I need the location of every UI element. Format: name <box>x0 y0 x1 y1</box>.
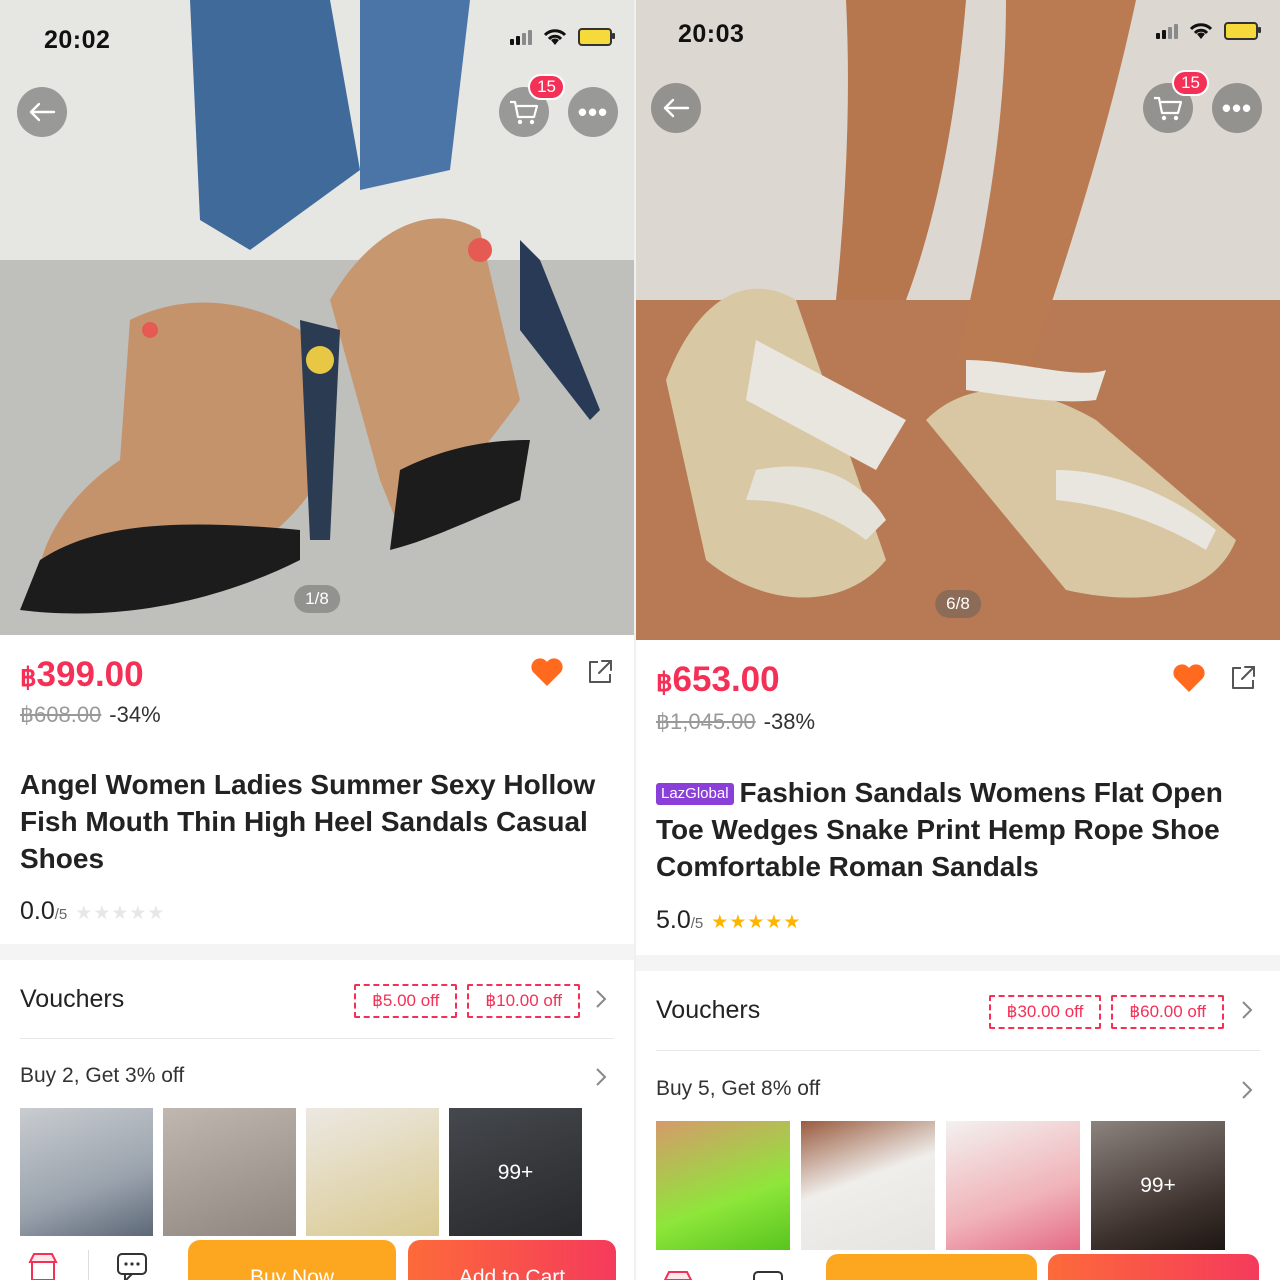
voucher-chip[interactable]: ฿60.00 off <box>1111 995 1224 1029</box>
promo-thumbnail[interactable] <box>946 1121 1080 1251</box>
price-value: 653.00 <box>672 660 780 699</box>
cart-count-badge: 15 <box>528 74 565 100</box>
rating-value: 0.0 <box>20 897 55 925</box>
current-price: ฿399.00 <box>20 655 144 695</box>
product-screen-right: 20:03 15 ••• 6/8 ฿653.00 ฿1,045.00 -38% L… <box>636 0 1280 1280</box>
lazglobal-badge: LazGlobal <box>656 783 734 805</box>
promo-thumbnail[interactable] <box>306 1108 439 1238</box>
voucher-list[interactable]: ฿5.00 off ฿10.00 off <box>354 984 580 1018</box>
more-count: 99+ <box>1091 1121 1225 1251</box>
rating-scale: /5 <box>690 915 704 932</box>
divider <box>88 1250 89 1280</box>
currency-symbol: ฿ <box>656 667 673 697</box>
more-button[interactable]: ••• <box>1212 83 1262 133</box>
heart-icon[interactable] <box>530 657 564 687</box>
vouchers-label: Vouchers <box>656 996 761 1024</box>
discount-percent: -34% <box>109 702 161 727</box>
buy-now-button[interactable] <box>826 1254 1037 1280</box>
original-price: ฿608.00 <box>20 702 102 727</box>
product-title: Angel Women Ladies Summer Sexy Hollow Fi… <box>20 769 596 874</box>
rating-row: 5.0/5 ★★★★★ <box>656 906 801 935</box>
promo-thumbnail[interactable] <box>656 1121 790 1251</box>
rating-value: 5.0 <box>656 906 691 934</box>
promotion-label[interactable]: Buy 5, Get 8% off <box>656 1077 820 1101</box>
product-title: LazGlobal Fashion Sandals Womens Flat Ope… <box>656 774 1256 885</box>
add-to-cart-button[interactable]: Add to Cart <box>408 1240 616 1280</box>
cart-count-badge: 15 <box>1172 70 1209 96</box>
share-icon[interactable] <box>585 657 615 687</box>
product-screen-left: 20:02 15 ••• 1/8 ฿399.00 ฿608.00 -34% Ang… <box>0 0 634 1280</box>
rating-scale: /5 <box>54 906 68 923</box>
status-icons <box>510 28 615 46</box>
promotion-label[interactable]: Buy 2, Get 3% off <box>20 1064 184 1088</box>
more-icon: ••• <box>1221 92 1253 123</box>
heart-icon[interactable] <box>1172 663 1206 693</box>
product-title-text: Fashion Sandals Womens Flat Open Toe Wed… <box>656 777 1223 882</box>
bottom-action-bar: Buy Now Add to Cart <box>0 1236 634 1280</box>
original-price-row: ฿608.00 -34% <box>20 702 161 728</box>
currency-symbol: ฿ <box>20 662 37 692</box>
chat-icon[interactable] <box>115 1250 149 1280</box>
cart-button[interactable]: 15 <box>499 74 565 137</box>
image-counter: 1/8 <box>294 585 340 613</box>
cart-icon <box>510 100 539 125</box>
divider <box>656 1050 1260 1051</box>
section-gap <box>0 944 634 960</box>
battery-icon <box>1224 22 1261 40</box>
signal-icon <box>510 29 532 45</box>
discount-percent: -38% <box>763 709 815 734</box>
more-button[interactable]: ••• <box>568 87 618 137</box>
chevron-right-icon[interactable] <box>594 1067 608 1087</box>
rating-row: 0.0/5 ★★★★★ <box>20 897 165 926</box>
chat-icon[interactable] <box>751 1268 785 1280</box>
voucher-chip[interactable]: ฿10.00 off <box>467 984 580 1018</box>
section-gap <box>636 955 1280 971</box>
back-arrow-icon <box>663 98 690 118</box>
voucher-list[interactable]: ฿30.00 off ฿60.00 off <box>988 995 1224 1029</box>
back-button[interactable] <box>17 87 67 137</box>
signal-icon <box>1156 23 1178 39</box>
current-price: ฿653.00 <box>656 660 780 700</box>
promo-product-thumbnails: 99+ <box>656 1121 1225 1251</box>
price-value: 399.00 <box>36 655 144 694</box>
promo-thumbnail-more[interactable]: 99+ <box>449 1108 582 1238</box>
more-icon: ••• <box>577 96 609 127</box>
wifi-icon <box>1189 23 1213 39</box>
promo-product-thumbnails: 99+ <box>20 1108 582 1238</box>
rating-stars: ★★★★★ <box>75 903 166 924</box>
battery-icon <box>578 28 615 46</box>
promo-thumbnail[interactable] <box>801 1121 935 1251</box>
share-icon[interactable] <box>1228 663 1258 693</box>
divider <box>20 1038 614 1039</box>
chevron-right-icon[interactable] <box>594 989 608 1009</box>
voucher-chip[interactable]: ฿5.00 off <box>354 984 458 1018</box>
back-arrow-icon <box>29 102 56 122</box>
buy-now-button[interactable]: Buy Now <box>188 1240 396 1280</box>
cart-icon <box>1154 96 1183 121</box>
status-time: 20:03 <box>678 20 745 48</box>
chevron-right-icon[interactable] <box>1240 1080 1254 1100</box>
rating-stars: ★★★★★ <box>711 912 802 933</box>
status-icons <box>1156 22 1261 40</box>
cart-button[interactable]: 15 <box>1143 70 1209 133</box>
promo-thumbnail-more[interactable]: 99+ <box>1091 1121 1225 1251</box>
promo-thumbnail[interactable] <box>20 1108 153 1238</box>
status-time: 20:02 <box>44 26 111 54</box>
original-price-row: ฿1,045.00 -38% <box>656 709 815 735</box>
voucher-chip[interactable]: ฿30.00 off <box>988 995 1102 1029</box>
add-to-cart-button[interactable] <box>1048 1254 1259 1280</box>
wifi-icon <box>543 29 567 45</box>
store-icon[interactable] <box>26 1250 60 1280</box>
product-image-carousel[interactable]: 20:03 15 ••• 6/8 <box>636 0 1280 640</box>
vouchers-label: Vouchers <box>20 985 125 1013</box>
chevron-right-icon[interactable] <box>1240 1000 1254 1020</box>
store-icon[interactable] <box>661 1268 695 1280</box>
back-button[interactable] <box>651 83 701 133</box>
promo-thumbnail[interactable] <box>163 1108 296 1238</box>
bottom-action-bar <box>636 1250 1280 1280</box>
image-counter: 6/8 <box>935 590 981 618</box>
product-image-carousel[interactable]: 20:02 15 ••• 1/8 <box>0 0 634 635</box>
original-price: ฿1,045.00 <box>656 709 756 734</box>
more-count: 99+ <box>449 1108 582 1238</box>
